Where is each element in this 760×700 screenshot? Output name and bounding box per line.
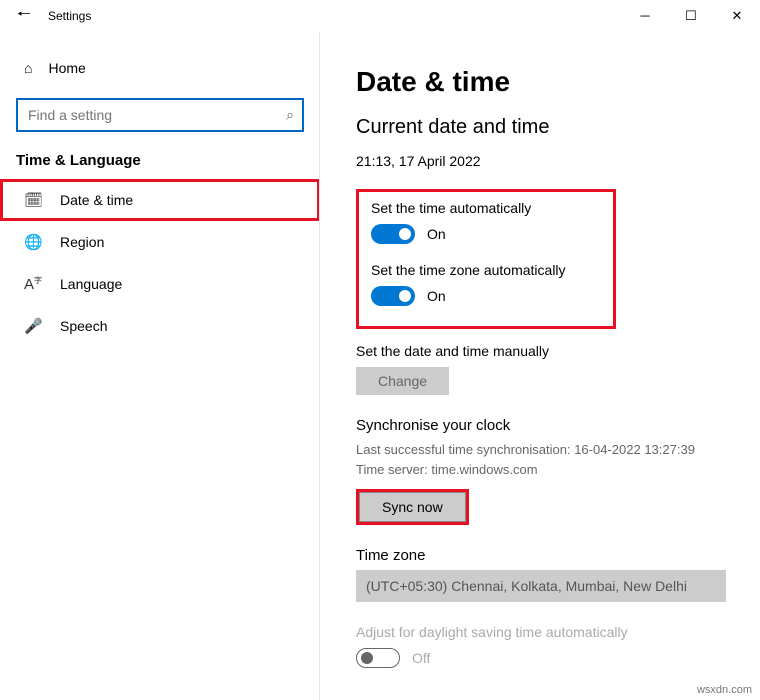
sidebar-item-region[interactable]: 🌐 Region [0, 221, 320, 263]
auto-time-state: On [427, 226, 446, 242]
home-nav[interactable]: ⌂ Home [0, 52, 320, 84]
dst-label: Adjust for daylight saving time automati… [356, 624, 724, 640]
page-title: Date & time [356, 66, 724, 98]
timezone-select: (UTC+05:30) Chennai, Kolkata, Mumbai, Ne… [356, 570, 726, 602]
back-button[interactable]: 🠐 [0, 3, 48, 30]
window-title: Settings [48, 9, 91, 23]
search-input[interactable] [16, 98, 304, 132]
auto-time-label: Set the time automatically [371, 200, 601, 216]
sidebar-item-label: Date & time [60, 192, 133, 208]
manual-datetime-label: Set the date and time manually [356, 343, 724, 359]
home-icon: ⌂ [24, 60, 32, 76]
sidebar-item-label: Region [60, 234, 104, 250]
sync-server-value: Time server: time.windows.com [356, 460, 724, 480]
watermark: wsxdn.com [697, 684, 752, 696]
titlebar: 🠐 Settings ─ ☐ ✕ [0, 0, 760, 32]
auto-tz-toggle[interactable] [371, 286, 415, 306]
globe-icon: 🌐 [24, 233, 42, 251]
sidebar-item-language[interactable]: A字 Language [0, 263, 320, 305]
auto-tz-state: On [427, 288, 446, 304]
change-button: Change [356, 367, 449, 395]
sidebar-item-label: Speech [60, 318, 107, 334]
timezone-heading: Time zone [356, 547, 724, 564]
sync-heading: Synchronise your clock [356, 417, 724, 434]
content-pane: Date & time Current date and time 21:13,… [320, 32, 760, 700]
auto-time-toggle[interactable] [371, 224, 415, 244]
sidebar-item-date-time[interactable]: 🗓 Date & time [0, 179, 320, 221]
current-datetime-value: 21:13, 17 April 2022 [356, 153, 724, 169]
sidebar-item-label: Language [60, 276, 122, 292]
auto-tz-label: Set the time zone automatically [371, 262, 601, 278]
maximize-button[interactable]: ☐ [668, 0, 714, 32]
category-heading: Time & Language [0, 152, 320, 179]
clock-icon: 🗓 [24, 191, 42, 209]
sidebar-item-speech[interactable]: 🎤 Speech [0, 305, 320, 347]
auto-settings-group: Set the time automatically On Set the ti… [356, 189, 616, 329]
home-label: Home [48, 60, 85, 76]
minimize-button[interactable]: ─ [622, 0, 668, 32]
sync-last-value: Last successful time synchronisation: 16… [356, 440, 724, 460]
close-button[interactable]: ✕ [714, 0, 760, 32]
dst-toggle [356, 648, 400, 668]
language-icon: A字 [24, 275, 42, 293]
section-current-datetime: Current date and time [356, 116, 724, 139]
sync-now-button[interactable]: Sync now [359, 492, 466, 522]
dst-state: Off [412, 650, 430, 666]
sidebar: ⌂ Home ⌕ Time & Language 🗓 Date & time 🌐… [0, 32, 320, 700]
microphone-icon: 🎤 [24, 317, 42, 335]
search-icon: ⌕ [286, 107, 294, 124]
